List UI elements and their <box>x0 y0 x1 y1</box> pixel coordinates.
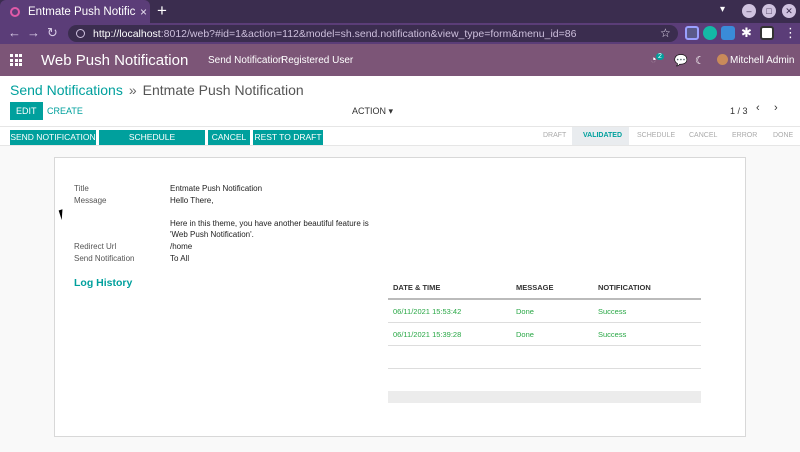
tab-search-icon[interactable]: ▾ <box>720 4 725 15</box>
edit-button[interactable]: EDIT <box>10 102 43 120</box>
row-1-date: 06/11/2021 15:53:42 <box>393 307 462 316</box>
message-label: Message <box>74 196 107 205</box>
pager-previous-icon[interactable]: ‹ <box>756 102 760 114</box>
redirect-url-value: /home <box>170 242 193 251</box>
schedule-notification-button[interactable]: SCHEDULE NOTIFICATION <box>99 130 205 157</box>
url-path: :8012/web?#id=1&action=112&model=sh.send… <box>160 27 577 40</box>
message-line-2: Here in this theme, you have another bea… <box>170 219 369 228</box>
breadcrumb-current: Entmate Push Notification <box>142 82 304 98</box>
column-message[interactable]: MESSAGE <box>516 283 554 292</box>
pager-next-icon[interactable]: › <box>774 102 778 114</box>
breadcrumb-separator: » <box>128 82 137 98</box>
send-notification-label: Send Notification <box>74 254 135 263</box>
grammarly-icon[interactable] <box>703 26 717 40</box>
column-date-time[interactable]: DATE & TIME <box>393 283 440 292</box>
message-line-3: 'Web Push Notification'. <box>170 230 254 239</box>
action-dropdown[interactable]: ACTION ▾ <box>352 106 393 117</box>
form-sheet: Title Entmate Push Notification Message … <box>54 157 746 437</box>
title-label: Title <box>74 184 89 193</box>
stage-draft: DRAFT <box>543 132 567 139</box>
message-line-1: Hello There, <box>170 196 214 205</box>
table-footer <box>388 391 701 403</box>
chat-icon[interactable]: 💬 <box>674 54 688 67</box>
avatar[interactable] <box>717 54 728 65</box>
url-bar[interactable]: http://localhost:8012/web?#id=1&action=1… <box>68 25 678 42</box>
menu-registered-user[interactable]: Registered User <box>281 55 353 66</box>
breadcrumb-parent[interactable]: Send Notifications <box>10 82 123 98</box>
minimize-icon[interactable]: – <box>742 4 756 18</box>
pager-value[interactable]: 1 / 3 <box>730 106 748 116</box>
forward-icon[interactable]: → <box>27 25 40 40</box>
stage-schedule: SCHEDULE <box>637 132 676 139</box>
puzzle-extensions-icon[interactable]: ✱ <box>741 25 752 41</box>
tab-title: Entmate Push Notification <box>28 5 136 18</box>
row-divider <box>388 322 701 323</box>
form-statusbar: SEND NOTIFICATION SCHEDULE NOTIFICATION … <box>0 126 800 157</box>
url-host: http://localhost <box>93 27 161 40</box>
log-history-title: Log History <box>74 277 133 289</box>
app-brand[interactable]: Web Push Notification <box>41 52 188 69</box>
back-icon[interactable]: ← <box>8 25 21 40</box>
odoo-navbar: Web Push Notification Send Notification … <box>0 44 800 76</box>
user-menu[interactable]: Mitchell Admin <box>730 55 794 66</box>
row-divider <box>388 345 701 346</box>
extension-icon[interactable] <box>721 26 735 40</box>
browser-toolbar: ← → ↻ http://localhost:8012/web?#id=1&ac… <box>0 23 800 44</box>
title-value: Entmate Push Notification <box>170 184 263 193</box>
column-notification[interactable]: NOTIFICATION <box>598 283 651 292</box>
row-2-date: 06/11/2021 15:39:28 <box>393 330 462 339</box>
reset-to-draft-button[interactable]: REST TO DRAFT <box>253 130 323 145</box>
extension-icon[interactable] <box>760 26 774 40</box>
activity-badge: 2 <box>656 53 664 60</box>
browser-menu-icon[interactable]: ⋮ <box>784 25 797 41</box>
maximize-icon[interactable]: □ <box>762 4 776 18</box>
row-2-notification: Success <box>598 330 627 339</box>
form-view: Title Entmate Push Notification Message … <box>0 146 800 452</box>
stage-validated: VALIDATED <box>583 132 623 139</box>
browser-tab-strip: Entmate Push Notification × + ▾ – □ ✕ <box>0 0 800 23</box>
close-window-icon[interactable]: ✕ <box>782 4 796 18</box>
new-tab-button[interactable]: + <box>157 2 167 20</box>
stage-cancel: CANCEL <box>689 132 718 139</box>
apps-menu-icon[interactable] <box>10 54 22 66</box>
reload-icon[interactable]: ↻ <box>47 25 58 41</box>
table-header-divider <box>388 298 701 300</box>
extension-icon[interactable] <box>685 26 699 40</box>
bookmark-star-icon[interactable]: ☆ <box>660 26 671 40</box>
odoo-favicon-icon <box>10 6 20 17</box>
create-button[interactable]: CREATE <box>47 106 83 116</box>
breadcrumb: Send Notifications » Entmate Push Notifi… <box>10 82 304 98</box>
redirect-url-label: Redirect Url <box>74 242 117 251</box>
site-info-icon[interactable] <box>76 29 85 38</box>
stage-done: DONE <box>773 132 794 139</box>
control-panel: Send Notifications » Entmate Push Notifi… <box>0 76 800 126</box>
menu-send-notification[interactable]: Send Notification <box>208 55 284 66</box>
row-2-message: Done <box>516 330 534 339</box>
browser-tab[interactable]: Entmate Push Notification × <box>0 0 150 23</box>
stage-error: ERROR <box>732 132 758 139</box>
row-divider <box>388 368 701 369</box>
dark-mode-icon[interactable]: ☾ <box>695 54 705 67</box>
row-1-message: Done <box>516 307 534 316</box>
send-notification-value: To All <box>170 254 190 263</box>
row-1-notification: Success <box>598 307 627 316</box>
tab-close-icon[interactable]: × <box>140 5 147 19</box>
cancel-button[interactable]: CANCEL <box>208 130 250 145</box>
send-notification-button[interactable]: SEND NOTIFICATION <box>10 130 96 145</box>
url-text: http://localhost:8012/web?#id=1&action=1… <box>93 28 576 40</box>
